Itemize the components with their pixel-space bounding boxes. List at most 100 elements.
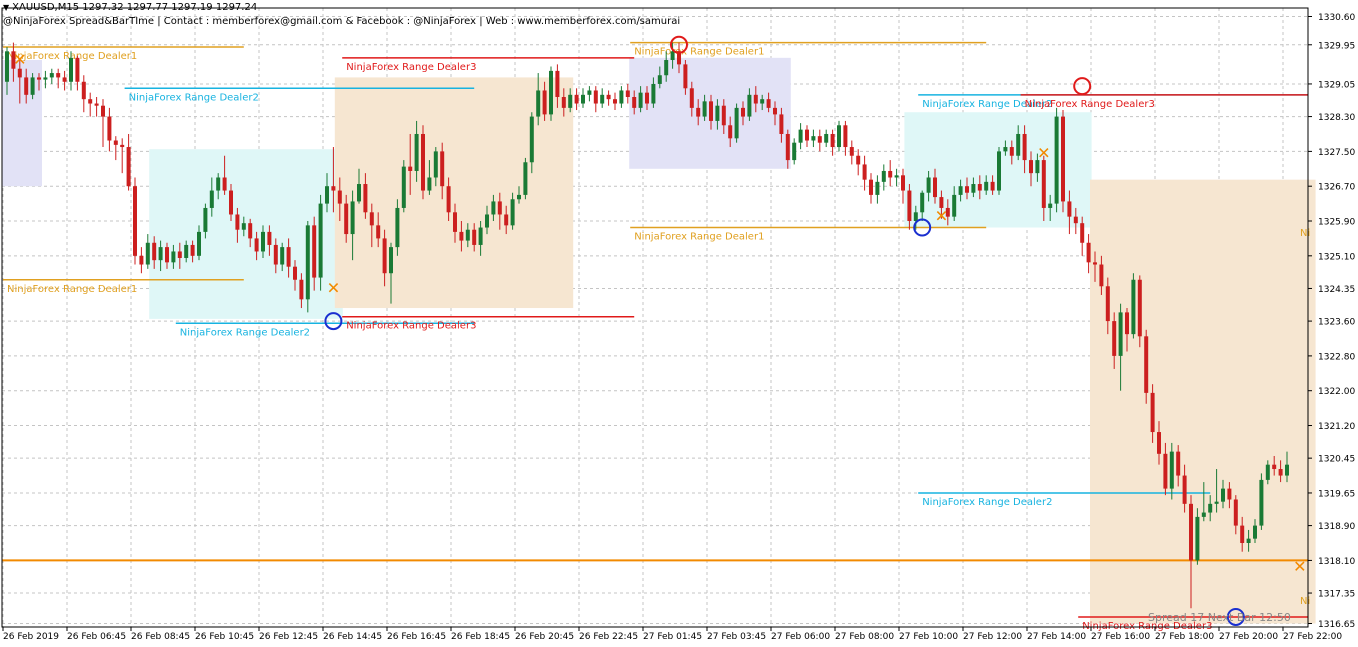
- bull-candle: [587, 90, 592, 95]
- bull-candle: [389, 247, 393, 274]
- bear-candle: [1189, 503, 1193, 561]
- bear-candle: [849, 147, 854, 156]
- dealer2-label: NinjaForex Range Dealer2: [180, 327, 310, 338]
- time-tick-label: 26 Feb 22:45: [579, 632, 638, 642]
- cross-marker: ✕: [935, 207, 948, 226]
- bear-candle: [1278, 469, 1283, 476]
- dealer1-label: NinjaForex Range Dealer1: [634, 232, 764, 243]
- bear-candle: [907, 190, 912, 222]
- bull-candle: [280, 247, 285, 265]
- bull-candle: [478, 227, 483, 245]
- price-chart[interactable]: NinjaForex Range Dealer1 NinjaForex Range…: [0, 0, 1358, 647]
- bull-candle: [581, 94, 585, 104]
- bull-candle: [1048, 203, 1053, 208]
- bull-candle: [549, 70, 553, 115]
- bear-candle: [1093, 262, 1097, 265]
- bull-candle: [760, 99, 765, 104]
- edge-label-fragment: Ni: [1300, 596, 1310, 607]
- bear-candle: [165, 247, 169, 263]
- bull-candle: [261, 231, 265, 252]
- bear-candle: [843, 125, 848, 148]
- bull-candle: [510, 199, 515, 226]
- bear-candle: [689, 88, 694, 108]
- price-tick-label: 1316.65: [1318, 620, 1355, 630]
- bear-candle: [696, 107, 701, 117]
- bull-candle: [657, 75, 662, 84]
- bear-candle: [248, 223, 253, 239]
- dealer3-label: NinjaForex Range Dealer3: [346, 321, 476, 332]
- bear-candle: [1080, 223, 1085, 243]
- dealer2-label: NinjaForex Range Dealer2: [922, 497, 1052, 508]
- bear-candle: [683, 64, 688, 89]
- bull-candle: [920, 192, 925, 213]
- bull-candle: [1201, 512, 1206, 517]
- bear-candle: [267, 231, 272, 245]
- time-tick-label: 26 Feb 20:45: [515, 632, 574, 642]
- bull-candle: [638, 92, 643, 108]
- bear-candle: [1112, 321, 1117, 356]
- time-tick-label: 26 Feb 14:45: [323, 632, 382, 642]
- bull-candle: [984, 181, 989, 191]
- bear-candle: [574, 94, 579, 104]
- price-tick-label: 1322.80: [1318, 352, 1355, 362]
- bull-candle: [536, 90, 541, 117]
- bear-candle: [709, 101, 713, 121]
- bear-candle: [446, 186, 451, 213]
- bear-candle: [286, 247, 291, 267]
- bull-candle: [734, 107, 739, 139]
- bull-candle: [485, 214, 489, 228]
- bull-candle: [568, 94, 573, 108]
- bull-candle: [702, 101, 707, 117]
- bull-candle: [1214, 501, 1219, 504]
- bear-candle: [363, 184, 368, 213]
- bull-candle: [1054, 116, 1059, 204]
- bull-candle: [30, 77, 35, 95]
- time-tick-label: 27 Feb 12:00: [963, 632, 1022, 642]
- bear-candle: [1163, 453, 1168, 489]
- bear-candle: [753, 94, 758, 104]
- bear-candle: [1041, 160, 1046, 208]
- bear-candle: [1144, 336, 1149, 393]
- bull-candle: [1265, 464, 1270, 480]
- bear-candle: [869, 179, 873, 195]
- bull-candle: [670, 51, 675, 61]
- time-tick-label: 26 Feb 18:45: [451, 632, 510, 642]
- bear-candle: [190, 244, 195, 256]
- bull-candle: [491, 201, 496, 215]
- bear-candle: [472, 229, 477, 245]
- bull-candle: [1131, 279, 1136, 335]
- bear-candle: [1272, 464, 1277, 470]
- edge-label-fragment: Ni: [1300, 228, 1310, 239]
- time-tick-label: 26 Feb 12:45: [259, 632, 318, 642]
- bull-candle: [433, 151, 438, 178]
- bear-candle: [805, 129, 809, 141]
- bear-candle: [766, 99, 771, 108]
- bull-candle: [1169, 451, 1174, 489]
- cross-marker: ✕: [327, 278, 340, 297]
- bear-candle: [817, 136, 822, 143]
- bear-candle: [856, 155, 861, 165]
- bear-candle: [459, 231, 464, 241]
- bear-candle: [1182, 475, 1187, 504]
- bull-candle: [1016, 133, 1021, 156]
- bear-candle: [139, 255, 144, 265]
- bull-candle: [913, 212, 918, 222]
- bull-candle: [357, 184, 361, 202]
- bull-candle: [395, 207, 400, 248]
- bear-candle: [254, 238, 259, 252]
- bear-candle: [785, 133, 790, 161]
- bull-candle: [43, 77, 48, 80]
- bull-candle: [798, 129, 803, 143]
- bear-candle: [152, 242, 157, 261]
- bear-candle: [555, 70, 560, 97]
- bear-candle: [965, 186, 969, 193]
- bear-candle: [1099, 264, 1104, 287]
- bear-candle: [382, 238, 387, 274]
- bear-candle: [1125, 312, 1129, 335]
- bear-candle: [645, 92, 649, 104]
- spread-bar-time-text: Spread 17 Next Bar 12:50: [1148, 611, 1291, 624]
- chart-window[interactable]: NinjaForex Range Dealer1 NinjaForex Range…: [0, 0, 1358, 647]
- bull-candle: [926, 177, 931, 193]
- triangle-down-icon[interactable]: ▼: [3, 3, 9, 12]
- bear-candle: [299, 279, 304, 300]
